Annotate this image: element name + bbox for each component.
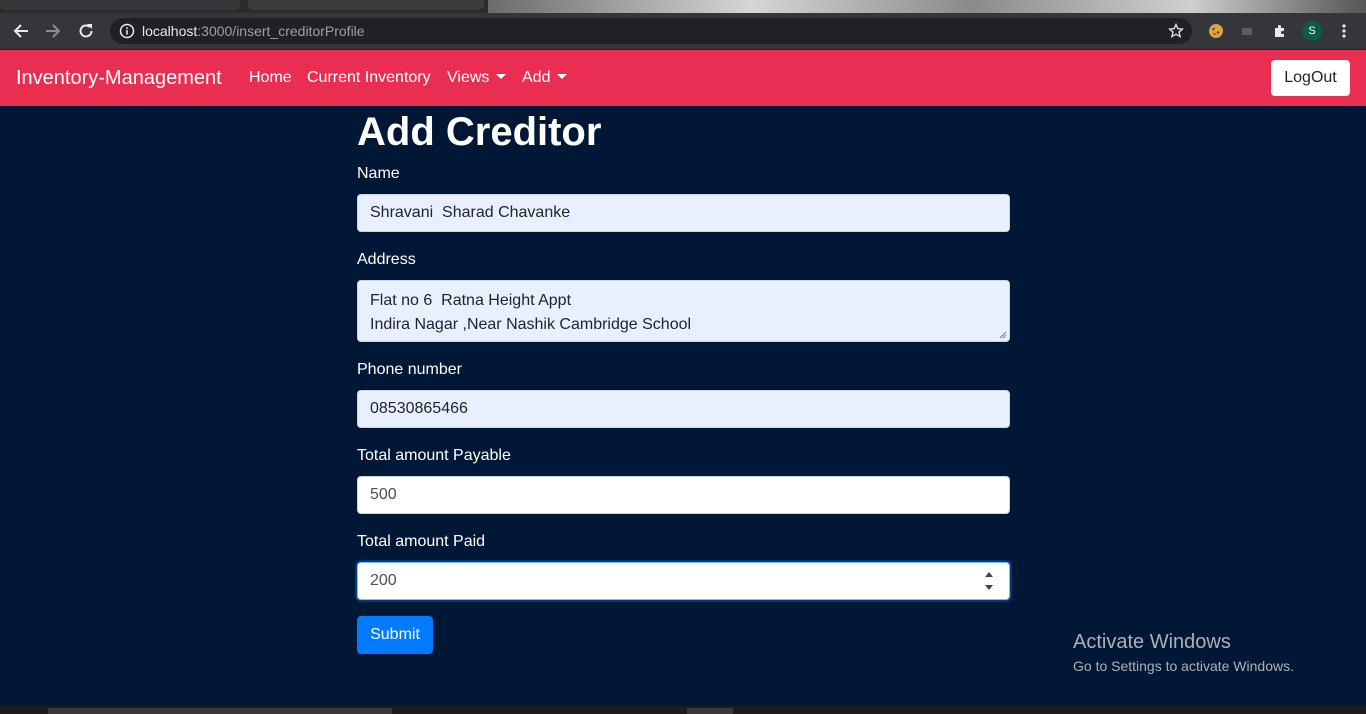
cookie-extension-icon[interactable] [1207,22,1225,40]
address-label: Address [357,251,416,268]
extension-icon[interactable] [1238,22,1256,40]
bookmark-star-icon[interactable] [1167,22,1185,44]
url-text: localhost:3000/insert_creditorProfile [142,23,365,39]
name-input[interactable] [357,194,1010,232]
browser-menu-icon[interactable] [1335,22,1353,40]
nav-dropdown-views[interactable]: Views [447,69,507,87]
phone-input[interactable] [357,390,1010,428]
taskbar-item[interactable] [687,708,733,714]
browser-tab-strip [0,0,1366,13]
desktop-wallpaper-strip [488,0,1366,13]
spinner-down-icon[interactable] [985,585,993,590]
caret-down-icon [496,74,507,79]
back-arrow-icon[interactable] [8,18,34,44]
page-title: Add Creditor [357,110,602,154]
payable-input[interactable] [357,476,1010,514]
forward-arrow-icon[interactable] [40,18,66,44]
nav-dropdown-views-label: Views [447,69,490,86]
taskbar-item[interactable] [48,708,392,714]
name-label: Name [357,165,400,182]
app-navbar: Inventory-Management Home Current Invent… [0,50,1366,106]
address-bar[interactable]: localhost:3000/insert_creditorProfile [110,18,1192,44]
resize-grip-icon[interactable] [997,329,1007,339]
reload-icon[interactable] [73,18,99,44]
nav-dropdown-add-label: Add [522,69,551,86]
address-textarea[interactable]: Flat no 6 Ratna Height Appt Indira Nagar… [357,280,1010,342]
nav-dropdown-add[interactable]: Add [522,69,568,87]
nav-link-home[interactable]: Home [249,69,292,87]
paid-input[interactable] [357,562,1010,600]
caret-down-icon [557,74,568,79]
spinner-up-icon[interactable] [985,572,993,577]
puzzle-extensions-icon[interactable] [1271,22,1289,40]
site-info-icon[interactable] [119,23,135,39]
logout-button[interactable]: LogOut [1271,60,1350,96]
watermark-title: Activate Windows [1073,631,1231,653]
browser-tab[interactable] [248,0,484,10]
nav-link-current-inventory[interactable]: Current Inventory [307,69,431,87]
paid-label: Total amount Paid [357,533,486,550]
number-spinner[interactable] [983,572,995,590]
navbar-brand[interactable]: Inventory-Management [16,67,222,90]
browser-toolbar: localhost:3000/insert_creditorProfile S [0,13,1366,49]
taskbar [0,706,1366,714]
profile-avatar[interactable]: S [1302,21,1322,41]
phone-label: Phone number [357,361,462,378]
activate-windows-watermark: Activate Windows Go to Settings to activ… [1073,630,1294,676]
browser-tab-active[interactable] [0,0,240,10]
watermark-subtitle: Go to Settings to activate Windows. [1073,658,1294,674]
payable-label: Total amount Payable [357,447,511,464]
submit-button[interactable]: Submit [357,616,433,654]
